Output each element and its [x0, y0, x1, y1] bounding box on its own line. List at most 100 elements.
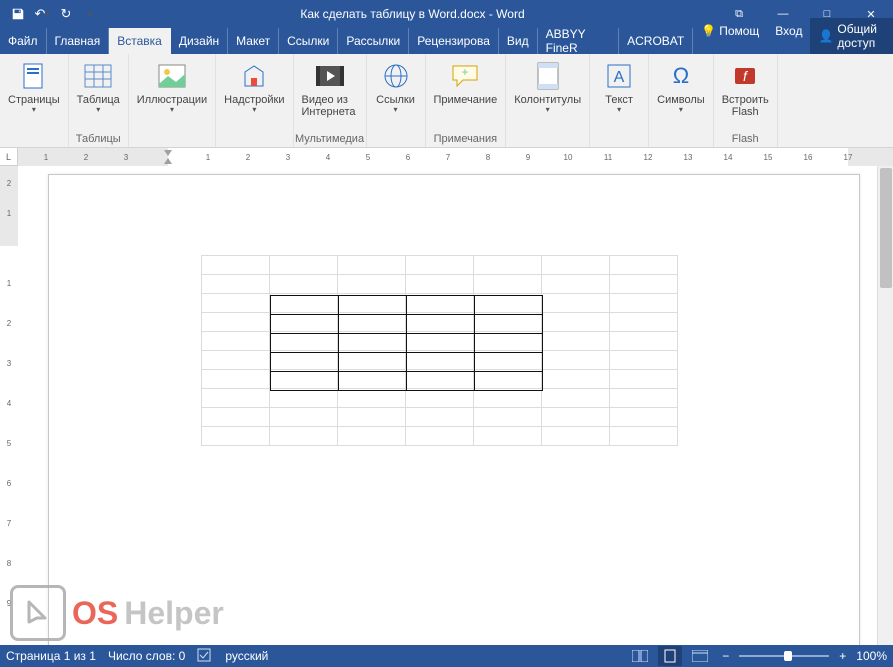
- redo-button[interactable]: ↻: [54, 2, 78, 26]
- ruler-tab-selector[interactable]: L: [0, 148, 18, 166]
- illustrations-button[interactable]: Иллюстрации▾: [131, 58, 213, 117]
- spelling-icon[interactable]: [197, 648, 213, 665]
- flash-button[interactable]: f Встроить Flash: [716, 58, 775, 120]
- group-flash-label: Flash: [714, 131, 777, 147]
- document-scroll-area[interactable]: [18, 166, 893, 653]
- flash-label: Встроить Flash: [722, 94, 769, 118]
- tab-acrobat[interactable]: ACROBAT: [619, 28, 693, 54]
- svg-text:17: 17: [844, 153, 853, 162]
- share-label: Общий доступ: [837, 22, 885, 50]
- undo-button[interactable]: ↶▾: [30, 2, 54, 26]
- document-page[interactable]: [48, 174, 860, 653]
- group-symbols-label: [649, 131, 713, 147]
- vertical-scrollbar[interactable]: [877, 166, 893, 653]
- globe-icon: [380, 60, 412, 92]
- group-illustrations: Иллюстрации▾: [129, 54, 216, 147]
- tab-references[interactable]: Ссылки: [279, 28, 338, 54]
- comment-button[interactable]: + Примечание: [428, 58, 504, 108]
- svg-text:11: 11: [604, 153, 613, 162]
- text-icon: A: [603, 60, 635, 92]
- svg-text:12: 12: [644, 153, 653, 162]
- qat-customize-button[interactable]: ▾: [78, 2, 102, 26]
- group-addins-label: [216, 131, 292, 147]
- pictures-icon: [156, 60, 188, 92]
- addins-button[interactable]: Надстройки▾: [218, 58, 290, 117]
- zoom-slider[interactable]: [739, 655, 829, 657]
- save-button[interactable]: [6, 2, 30, 26]
- tab-layout[interactable]: Макет: [228, 28, 279, 54]
- tab-mailings[interactable]: Рассылки: [338, 28, 409, 54]
- tab-file[interactable]: Файл: [0, 28, 47, 54]
- tab-view[interactable]: Вид: [499, 28, 538, 54]
- zoom-out-button[interactable]: −: [718, 649, 733, 663]
- flash-icon: f: [729, 60, 761, 92]
- page-icon: [18, 60, 50, 92]
- svg-text:5: 5: [366, 153, 371, 162]
- table-icon: [82, 60, 114, 92]
- word-count-status[interactable]: Число слов: 0: [108, 649, 185, 663]
- svg-text:1: 1: [206, 153, 211, 162]
- svg-text:8: 8: [7, 559, 12, 568]
- svg-text:+: +: [462, 65, 469, 79]
- scroll-thumb[interactable]: [880, 168, 892, 288]
- group-addins: Надстройки▾: [216, 54, 293, 147]
- text-button[interactable]: A Текст▾: [592, 58, 646, 117]
- tab-abbyy[interactable]: ABBYY FineR: [538, 28, 620, 54]
- online-video-button[interactable]: Видео из Интернета: [296, 58, 364, 120]
- group-links-label: [367, 131, 425, 147]
- svg-text:10: 10: [564, 153, 573, 162]
- horizontal-ruler[interactable]: 321 123 456 789 101112 131415 1617: [18, 148, 893, 166]
- svg-text:3: 3: [286, 153, 291, 162]
- inner-table[interactable]: [270, 295, 543, 391]
- tell-me-field[interactable]: 💡 Помощ: [693, 18, 767, 44]
- group-symbols: Ω Символы▾: [649, 54, 714, 147]
- zoom-level[interactable]: 100%: [856, 649, 887, 663]
- table-button[interactable]: Таблица▾: [71, 58, 126, 117]
- group-links: Ссылки▾: [367, 54, 426, 147]
- read-mode-button[interactable]: [628, 646, 652, 666]
- web-layout-button[interactable]: [688, 646, 712, 666]
- window-title: Как сделать таблицу в Word.docx - Word: [108, 7, 717, 21]
- group-header-footer-label: [506, 131, 589, 147]
- tab-home[interactable]: Главная: [47, 28, 110, 54]
- watermark-os-text: OS: [72, 595, 118, 632]
- header-footer-button[interactable]: Колонтитулы▾: [508, 58, 587, 117]
- pages-button[interactable]: Страницы▾: [2, 58, 66, 117]
- print-layout-button[interactable]: [658, 646, 682, 666]
- svg-text:4: 4: [7, 399, 12, 408]
- tab-review[interactable]: Рецензирова: [409, 28, 499, 54]
- svg-text:8: 8: [486, 153, 491, 162]
- group-text-label: [590, 131, 648, 147]
- share-button[interactable]: 👤 Общий доступ: [810, 18, 893, 54]
- symbols-button[interactable]: Ω Символы▾: [651, 58, 711, 117]
- zoom-slider-thumb[interactable]: [784, 651, 792, 661]
- group-comments: + Примечание Примечания: [426, 54, 507, 147]
- page-number-status[interactable]: Страница 1 из 1: [6, 649, 96, 663]
- store-icon: [238, 60, 270, 92]
- quick-access-toolbar: ↶▾ ↻ ▾: [0, 2, 108, 26]
- group-header-footer: Колонтитулы▾: [506, 54, 590, 147]
- tab-design[interactable]: Дизайн: [171, 28, 228, 54]
- links-button[interactable]: Ссылки▾: [369, 58, 423, 117]
- svg-text:7: 7: [446, 153, 451, 162]
- svg-text:14: 14: [724, 153, 733, 162]
- svg-text:2: 2: [7, 319, 12, 328]
- vertical-ruler[interactable]: 12 123 456 789: [0, 166, 18, 653]
- zoom-in-button[interactable]: +: [835, 649, 850, 663]
- svg-text:4: 4: [326, 153, 331, 162]
- svg-text:7: 7: [7, 519, 12, 528]
- svg-text:1: 1: [7, 279, 12, 288]
- tab-insert[interactable]: Вставка: [109, 28, 171, 54]
- language-status[interactable]: русский: [225, 649, 268, 663]
- online-video-label: Видео из Интернета: [302, 94, 358, 118]
- group-tables-label: Таблицы: [69, 131, 128, 147]
- group-pages-label: [0, 131, 68, 147]
- svg-text:9: 9: [526, 153, 531, 162]
- sign-in-button[interactable]: Вход: [767, 18, 810, 44]
- group-media: Видео из Интернета Мультимедиа: [294, 54, 367, 147]
- svg-text:13: 13: [684, 153, 693, 162]
- comment-icon: +: [449, 60, 481, 92]
- svg-text:1: 1: [7, 209, 12, 218]
- svg-text:1: 1: [44, 153, 49, 162]
- svg-text:2: 2: [246, 153, 251, 162]
